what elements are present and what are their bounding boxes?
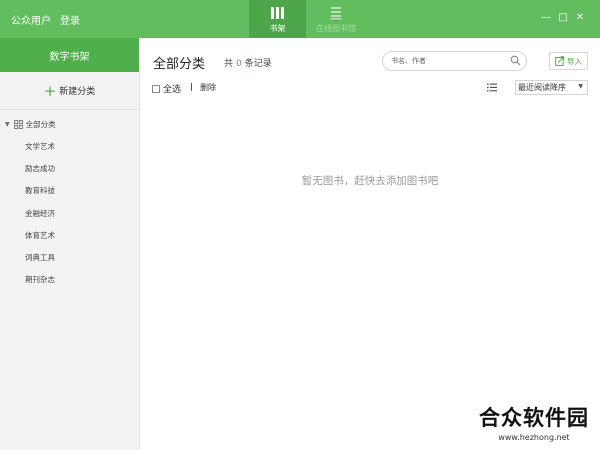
sidebar-header: 数字书架 xyxy=(0,38,139,72)
page-title: 全部分类 xyxy=(153,57,206,72)
watermark-brand: 合众软件园 xyxy=(479,406,589,430)
tab-bookshelf[interactable]: 书架 xyxy=(249,0,306,38)
import-icon xyxy=(555,56,565,66)
watermark: 合众软件园 www.hezhong.net xyxy=(470,402,598,442)
user-area: 公众用户 登录 xyxy=(11,12,80,27)
maximize-button[interactable]: □ xyxy=(557,13,569,23)
sidebar-item-literature[interactable]: 文学艺术 xyxy=(0,135,139,157)
sidebar-item-education[interactable]: 教育科技 xyxy=(0,180,139,202)
toolbar-divider xyxy=(191,83,192,91)
sidebar-item-periodicals[interactable]: 期刊杂志 xyxy=(0,269,139,291)
minimize-button[interactable]: — xyxy=(540,13,552,23)
tab-online-library[interactable]: 在线图书馆 xyxy=(306,0,366,38)
sidebar-item-inspiration[interactable]: 励志成功 xyxy=(0,157,139,179)
record-suffix: 条记录 xyxy=(244,59,272,69)
plus-icon: + xyxy=(43,81,57,100)
sort-dropdown[interactable]: 最近阅读降序 ▼ xyxy=(515,80,588,95)
select-all-checkbox[interactable]: 全选 xyxy=(152,82,181,95)
library-icon xyxy=(330,7,342,20)
new-category-button[interactable]: + 新建分类 xyxy=(0,72,139,110)
grid-icon xyxy=(13,119,23,129)
sidebar-item-dictionary[interactable]: 词典工具 xyxy=(0,246,139,268)
expand-arrow-icon[interactable]: ▼ xyxy=(5,121,10,128)
tab-bookshelf-label: 书架 xyxy=(269,24,286,33)
delete-button[interactable]: 删除 xyxy=(200,82,216,93)
search-input[interactable] xyxy=(383,52,503,70)
list-view-icon[interactable] xyxy=(487,83,497,92)
new-category-label: 新建分类 xyxy=(59,87,96,97)
user-label[interactable]: 公众用户 xyxy=(11,12,51,27)
sidebar-item-all-label: 全部分类 xyxy=(25,119,56,129)
dropdown-caret-icon: ▼ xyxy=(578,83,583,90)
import-label: 导入 xyxy=(567,56,582,66)
record-count: 共 0 条记录 xyxy=(224,56,272,69)
sidebar-item-all[interactable]: ▼ 全部分类 xyxy=(0,113,139,135)
record-prefix: 共 xyxy=(224,59,234,69)
empty-state-message: 暂无图书，赶快去添加图书吧 xyxy=(301,175,439,187)
login-link[interactable]: 登录 xyxy=(60,12,80,27)
search-icon[interactable] xyxy=(510,55,521,66)
watermark-url: www.hezhong.net xyxy=(498,433,570,442)
select-all-label: 全选 xyxy=(163,85,182,95)
close-button[interactable]: ✕ xyxy=(574,13,586,23)
tab-online-library-label: 在线图书馆 xyxy=(316,24,356,33)
sidebar: 数字书架 + 新建分类 ▼ 全部分类 文学艺术 励志成功 教育科技 金融经济 体… xyxy=(0,38,140,450)
sidebar-item-finance[interactable]: 金融经济 xyxy=(0,202,139,224)
record-number: 0 xyxy=(236,59,242,69)
search-box xyxy=(382,51,527,71)
sidebar-item-sports[interactable]: 体育艺术 xyxy=(0,224,139,246)
bookshelf-icon xyxy=(270,7,284,19)
checkbox-icon[interactable] xyxy=(152,84,160,93)
import-button[interactable]: 导入 xyxy=(549,52,588,70)
sort-selected: 最近阅读降序 xyxy=(518,83,566,92)
title-bar: 公众用户 登录 书架 在线图书馆 — □ ✕ xyxy=(0,0,600,38)
